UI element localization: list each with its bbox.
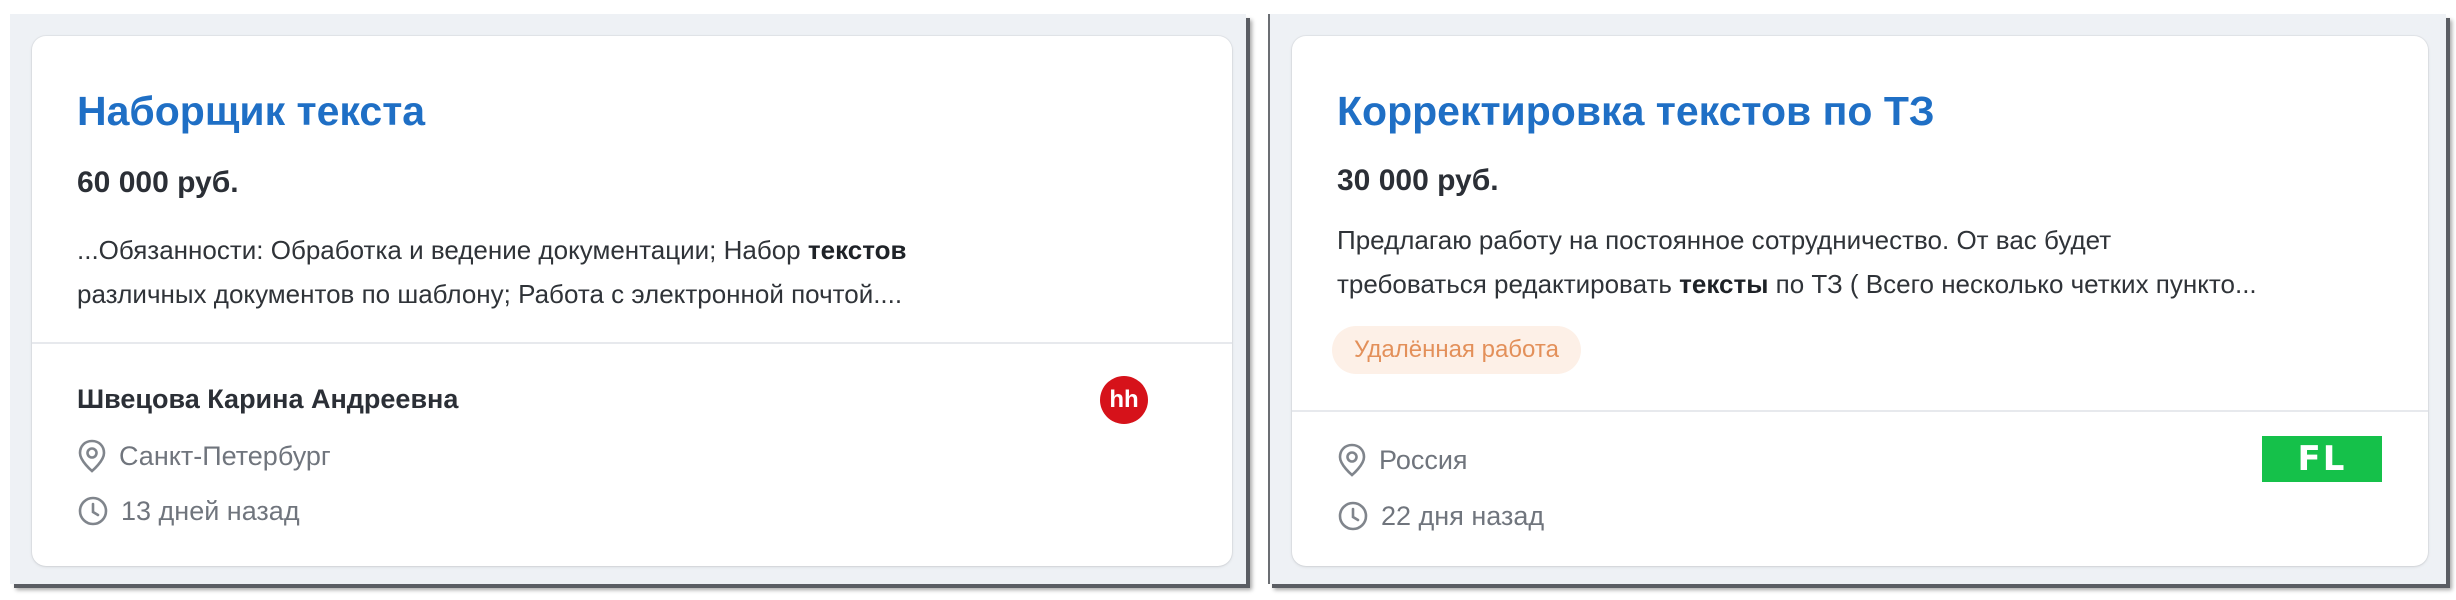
snippet-highlight: тексты [1679, 269, 1769, 299]
vacancy-snippet: ...Обязанности: Обработка и ведение доку… [77, 228, 906, 316]
location-text: Санкт-Петербург [119, 440, 331, 471]
snippet-line: различных документов по шаблону; Работа … [77, 279, 903, 309]
posted-row: 13 дней назад [77, 491, 300, 531]
location-row: Санкт-Петербург [77, 436, 331, 476]
posted-date: 13 дней назад [121, 495, 300, 526]
vacancy-title-link[interactable]: Корректировка текстов по ТЗ [1337, 88, 1935, 135]
vacancy-snippet: Предлагаю работу на постоянное сотруднич… [1337, 218, 2257, 306]
salary: 30 000 руб. [1337, 164, 1499, 197]
posted-date: 22 дня назад [1381, 500, 1545, 531]
left-result-panel: Наборщик текста 60 000 руб. ...Обязаннос… [10, 14, 1246, 584]
salary: 60 000 руб. [77, 166, 239, 199]
employer-name: Швецова Карина Андреевна [77, 384, 459, 414]
snippet-text: ...Обязанности: Обработка и ведение доку… [77, 235, 808, 265]
right-result-panel: Корректировка текстов по ТЗ 30 000 руб. … [1268, 14, 2446, 584]
hh-logo-icon: hh [1100, 376, 1148, 424]
location-text: Россия [1379, 444, 1468, 475]
snippet-text: по ТЗ ( Всего несколько четких пункто... [1768, 269, 2257, 299]
remote-work-tag: Удалённая работа [1332, 326, 1581, 374]
snippet-highlight: текстов [807, 235, 907, 265]
snippet-line: ...Обязанности: Обработка и ведение доку… [77, 228, 906, 272]
location-row: Россия [1337, 440, 1468, 480]
location-pin-icon [1338, 443, 1366, 477]
fl-logo-icon: FL [2262, 436, 2382, 482]
clock-icon [1338, 501, 1368, 531]
posted-row: 22 дня назад [1337, 496, 1544, 536]
clock-icon [78, 496, 108, 526]
card-divider [32, 342, 1232, 344]
card-divider [1292, 410, 2428, 412]
vacancy-card[interactable]: Наборщик текста 60 000 руб. ...Обязаннос… [32, 36, 1232, 566]
location-pin-icon [78, 439, 106, 473]
snippet-line: Предлагаю работу на постоянное сотруднич… [1337, 225, 2112, 255]
vacancy-title-link[interactable]: Наборщик текста [77, 88, 425, 135]
vacancy-card[interactable]: Корректировка текстов по ТЗ 30 000 руб. … [1292, 36, 2428, 566]
snippet-line: требоваться редактировать тексты по ТЗ (… [1337, 262, 2257, 306]
snippet-text: требоваться редактировать [1337, 269, 1680, 299]
